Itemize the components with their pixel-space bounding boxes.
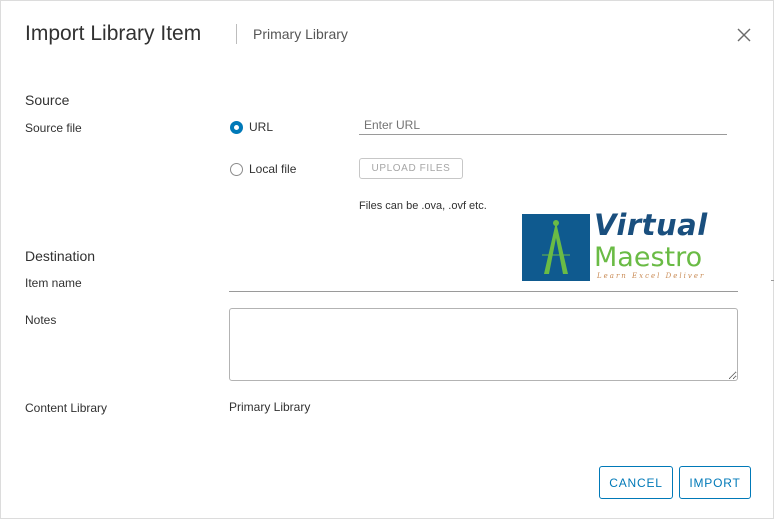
local-file-radio[interactable]: [230, 162, 243, 176]
import-button[interactable]: IMPORT: [679, 466, 751, 499]
notes-label: Notes: [25, 313, 57, 327]
url-input[interactable]: [359, 115, 727, 135]
watermark-line2: Maestro: [594, 242, 703, 273]
item-name-input[interactable]: [229, 272, 738, 292]
local-file-radio-option[interactable]: Local file: [230, 162, 296, 176]
destination-section-title: Destination: [25, 248, 96, 264]
content-library-label: Content Library: [25, 401, 108, 415]
source-section-title: Source: [25, 92, 70, 108]
close-icon[interactable]: [734, 25, 754, 45]
title-divider: [236, 24, 237, 44]
notes-textarea[interactable]: [229, 308, 738, 381]
item-name-label: Item name: [25, 276, 82, 290]
url-radio[interactable]: [230, 120, 243, 134]
watermark-line1: Virtual: [594, 208, 708, 242]
url-radio-option[interactable]: URL: [230, 120, 273, 134]
content-library-value: Primary Library: [229, 400, 311, 414]
dialog-subtitle: Primary Library: [253, 26, 348, 42]
file-type-hint: Files can be .ova, .ovf etc.: [359, 200, 487, 212]
local-file-radio-label: Local file: [249, 162, 297, 176]
source-file-label: Source file: [25, 121, 82, 135]
watermark-logo-mark: [522, 214, 590, 281]
dialog-title: Import Library Item: [25, 22, 202, 45]
url-radio-label: URL: [249, 120, 274, 134]
import-library-item-dialog: Import Library Item Primary Library Sour…: [0, 0, 774, 519]
upload-files-button[interactable]: UPLOAD FILES: [359, 158, 463, 179]
cancel-button[interactable]: CANCEL: [599, 466, 673, 499]
